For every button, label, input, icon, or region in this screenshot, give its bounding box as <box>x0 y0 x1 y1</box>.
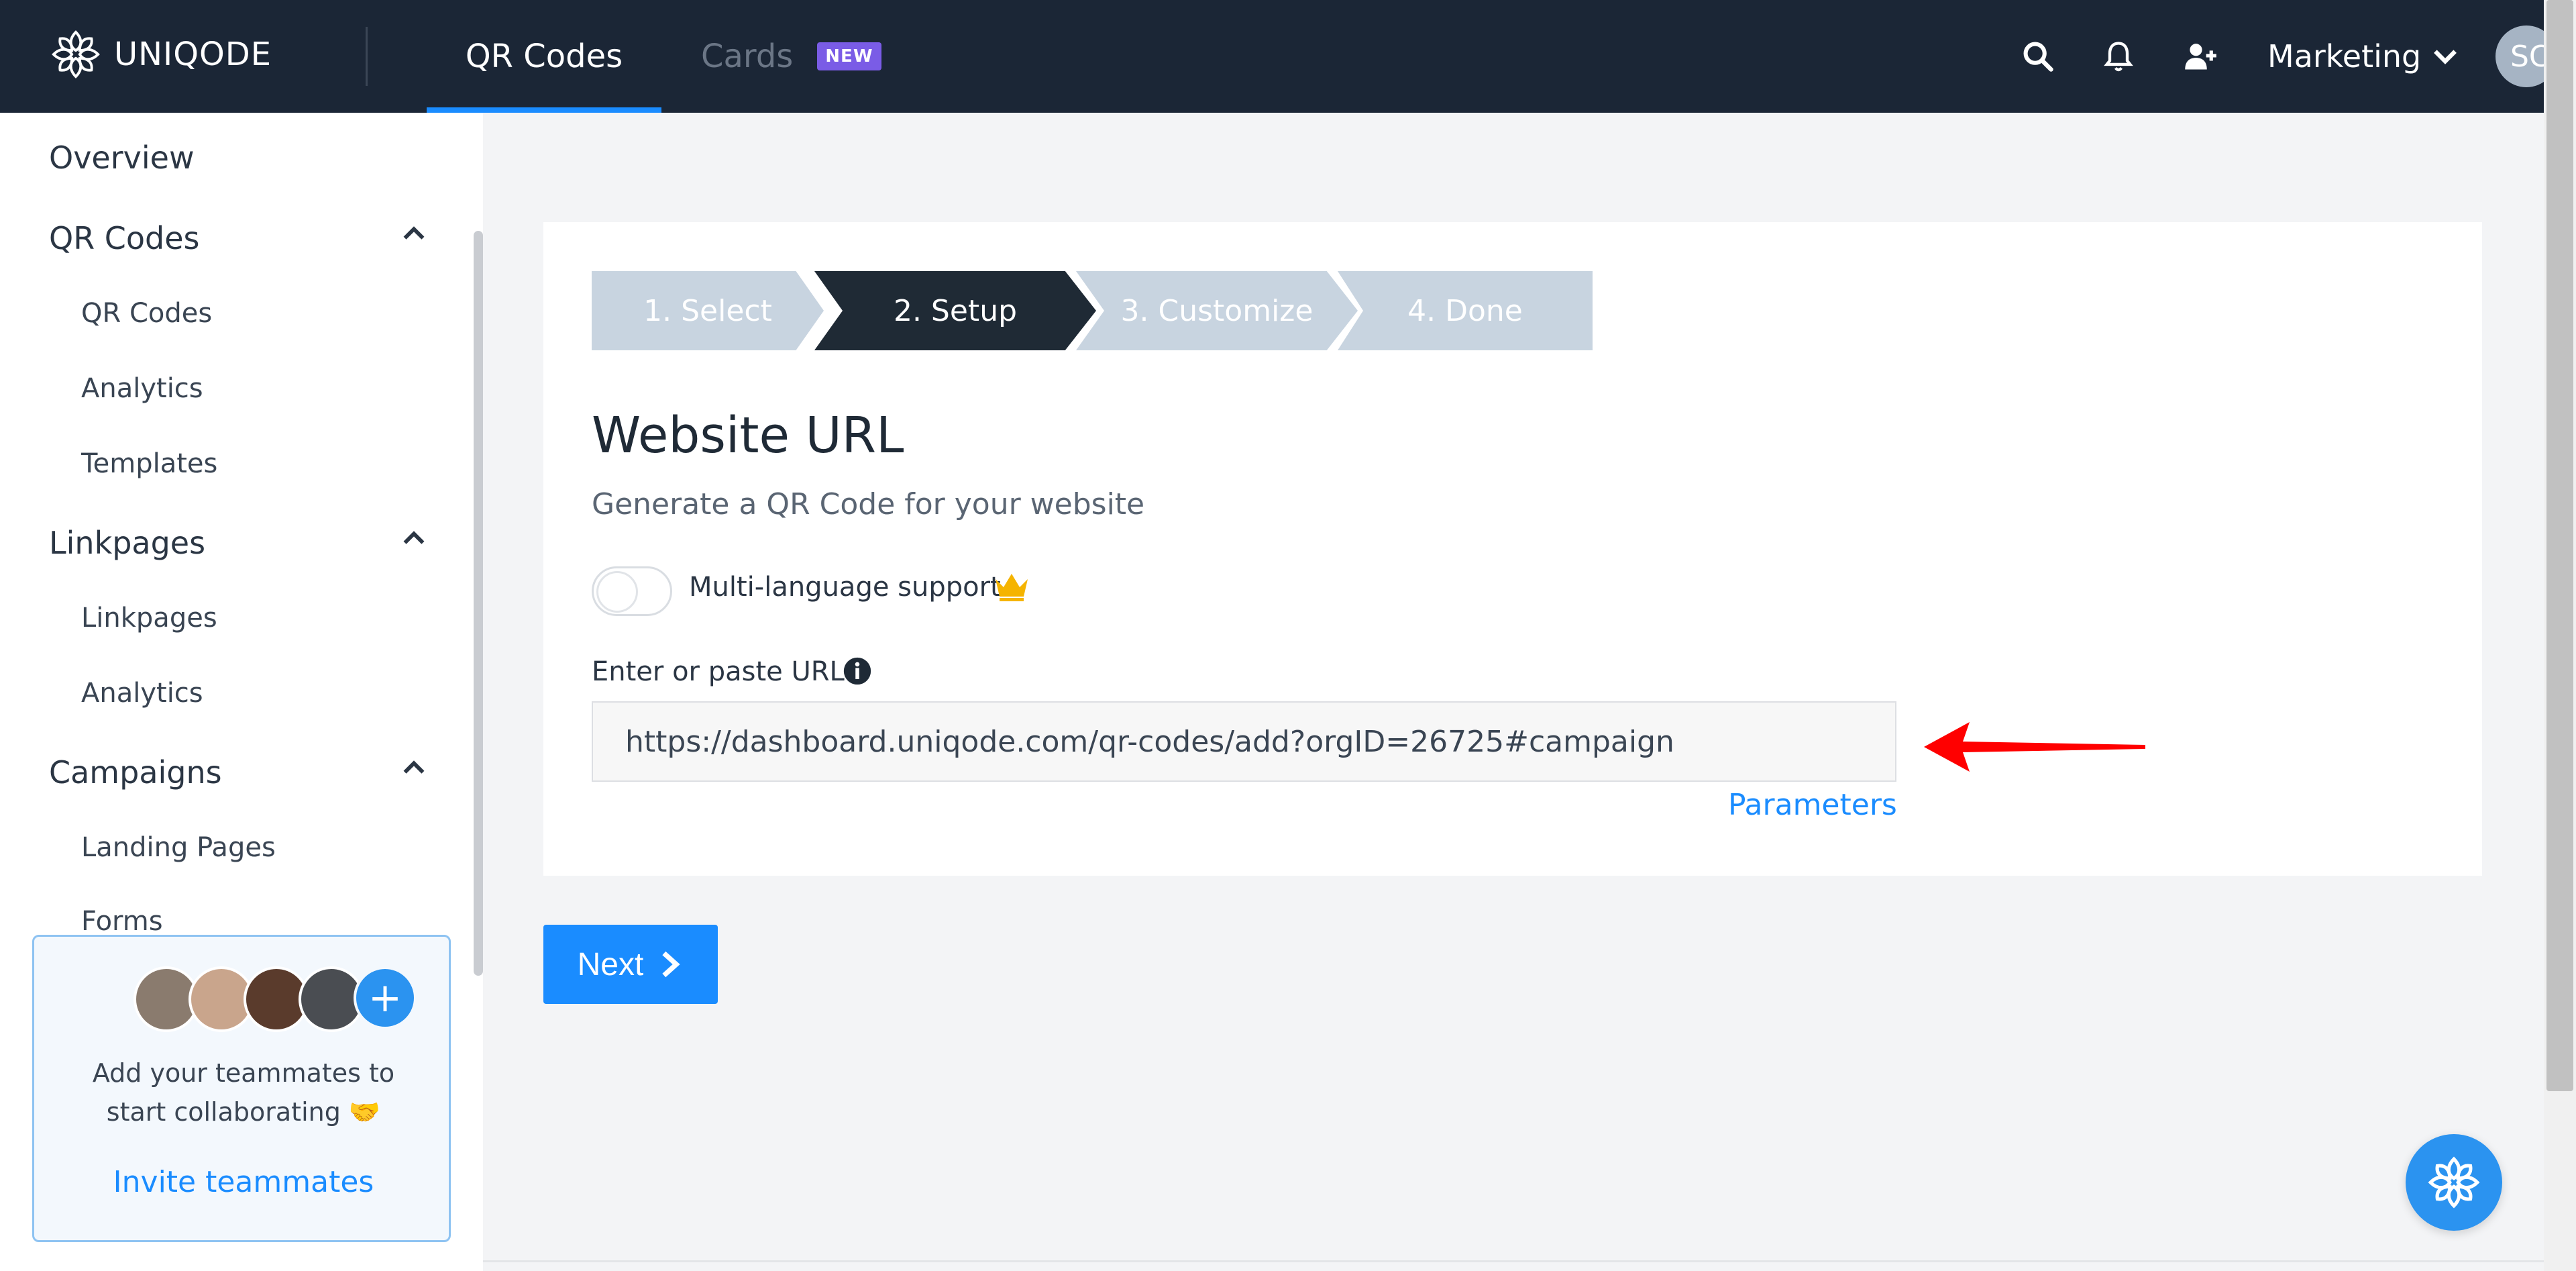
chevron-up-icon[interactable] <box>398 753 429 784</box>
toggle-knob <box>596 571 638 613</box>
step-customize: 3. Customize <box>1076 271 1358 350</box>
sidebar-item-templates[interactable]: Templates <box>81 448 217 479</box>
page-title: Website URL <box>592 407 904 464</box>
sidebar-item-forms[interactable]: Forms <box>81 906 163 937</box>
step-setup-label: 2. Setup <box>893 293 1018 328</box>
organization-dropdown[interactable]: Marketing <box>2267 32 2460 81</box>
sidebar-item-linkpages[interactable]: Linkpages <box>81 603 217 633</box>
add-teammate-plus-icon[interactable]: + <box>354 966 417 1029</box>
invite-description-line2: start collaborating 🤝 <box>106 1097 381 1127</box>
uniqode-logo-icon <box>2428 1156 2480 1209</box>
sidebar-scrollbar[interactable] <box>474 231 483 976</box>
step-customize-label: 3. Customize <box>1120 293 1313 328</box>
step-done-label: 4. Done <box>1407 293 1523 328</box>
sidebar-section-linkpages[interactable]: Linkpages <box>49 525 205 561</box>
step-select-label: 1. Select <box>643 293 772 328</box>
url-field-label: Enter or paste URL <box>592 656 845 687</box>
sidebar-section-campaigns[interactable]: Campaigns <box>49 754 222 791</box>
chevron-up-icon[interactable] <box>398 219 429 250</box>
page-scrollbar-thumb[interactable] <box>2546 0 2573 1091</box>
next-button-label: Next <box>577 946 644 982</box>
step-setup: 2. Setup <box>814 271 1096 350</box>
add-user-button[interactable] <box>2179 35 2222 78</box>
invite-teammates-card: + Add your teammates to start collaborat… <box>32 935 451 1242</box>
url-input[interactable] <box>592 701 1896 782</box>
chevron-up-icon[interactable] <box>398 523 429 554</box>
red-arrow-annotation-icon <box>1924 722 2145 772</box>
crown-icon <box>996 574 1028 601</box>
sidebar-section-qr-codes[interactable]: QR Codes <box>49 220 200 256</box>
tab-cards-label: Cards <box>701 38 794 75</box>
teammate-avatars: + <box>101 966 417 1036</box>
sidebar-item-linkpages-analytics[interactable]: Analytics <box>81 678 203 709</box>
sidebar-item-qr-codes[interactable]: QR Codes <box>81 298 212 329</box>
footer-divider <box>483 1260 2544 1262</box>
bell-icon <box>2104 42 2133 72</box>
search-icon <box>2023 42 2053 72</box>
chevron-down-icon <box>2434 50 2457 64</box>
brand-logo[interactable]: UNIQODE <box>50 28 272 81</box>
parameters-link[interactable]: Parameters <box>1728 788 1897 822</box>
uniqode-logo-icon <box>52 30 100 79</box>
add-user-icon <box>2185 44 2216 70</box>
multi-language-toggle[interactable] <box>592 566 672 616</box>
invite-description-line1: Add your teammates to <box>92 1058 395 1088</box>
tab-qr-codes-label: QR Codes <box>465 38 623 75</box>
page-subtitle: Generate a QR Code for your website <box>592 487 1145 521</box>
new-badge: NEW <box>817 42 881 70</box>
sidebar-item-landing-pages[interactable]: Landing Pages <box>81 832 276 863</box>
chevron-right-icon <box>662 951 680 978</box>
sidebar-item-overview[interactable]: Overview <box>49 140 195 176</box>
help-chat-button[interactable] <box>2406 1134 2502 1231</box>
tab-cards[interactable]: Cards NEW <box>701 0 881 113</box>
organization-name: Marketing <box>2267 38 2422 74</box>
sidebar-item-qr-analytics[interactable]: Analytics <box>81 373 203 404</box>
logo-text: UNIQODE <box>114 36 272 73</box>
multi-language-label: Multi-language support <box>689 572 1001 603</box>
progress-stepper: 1. Select 2. Setup 3. Customize 4. Done <box>592 271 1593 350</box>
top-navbar: UNIQODE QR Codes Cards NEW Marketing SC <box>0 0 2576 113</box>
next-button[interactable]: Next <box>543 925 718 1004</box>
tab-qr-codes[interactable]: QR Codes <box>427 0 661 113</box>
invite-description: Add your teammates to start collaboratin… <box>34 1054 453 1131</box>
notifications-button[interactable] <box>2097 35 2140 78</box>
info-icon[interactable] <box>843 656 872 686</box>
invite-teammates-link[interactable]: Invite teammates <box>34 1165 453 1199</box>
header-divider <box>366 27 368 86</box>
step-done: 4. Done <box>1338 271 1593 350</box>
search-button[interactable] <box>2017 35 2059 78</box>
step-select[interactable]: 1. Select <box>592 271 824 350</box>
